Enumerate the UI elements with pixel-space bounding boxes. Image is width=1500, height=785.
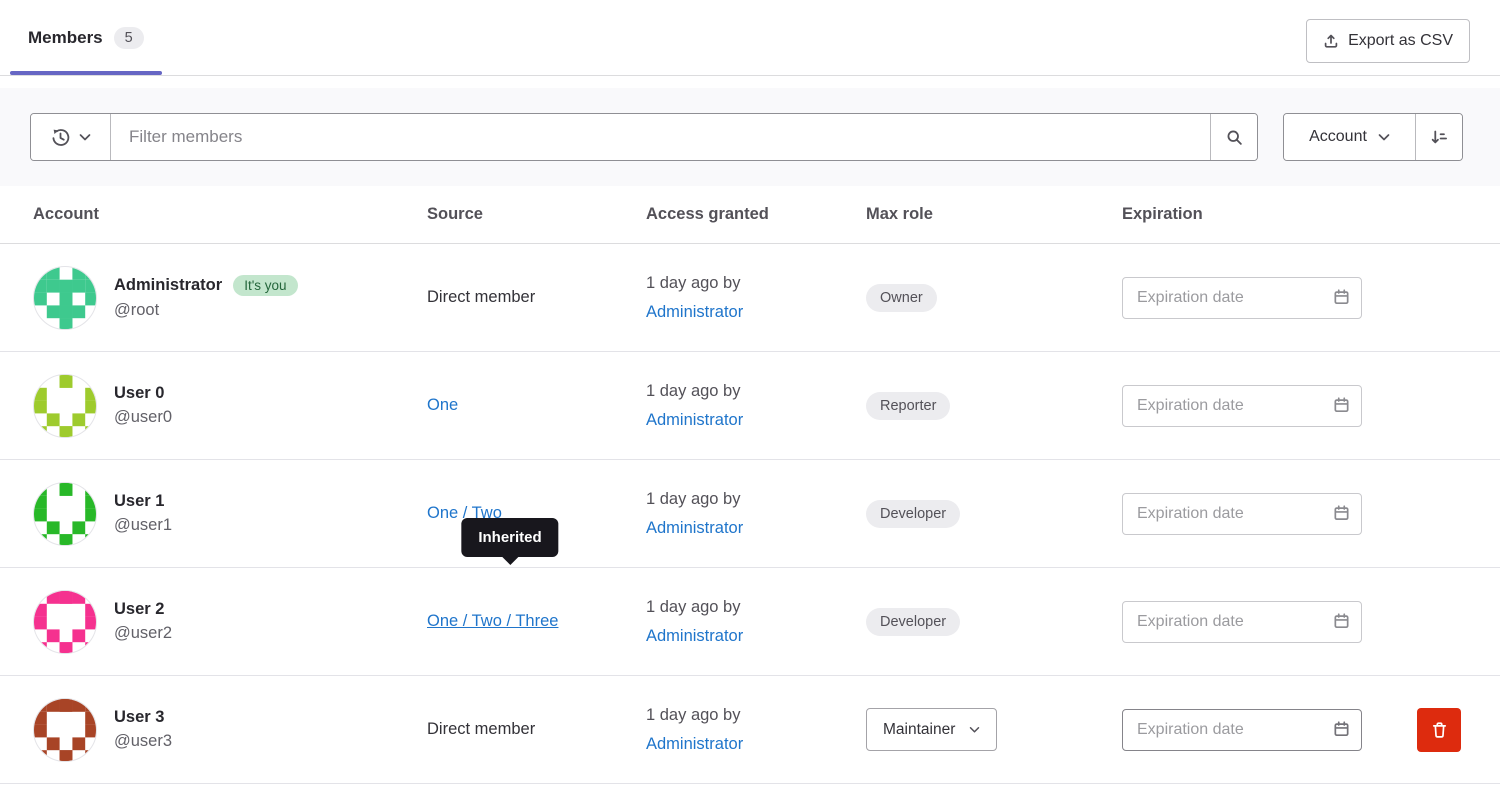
avatar[interactable]	[33, 482, 97, 546]
member-name[interactable]: User 1	[114, 492, 164, 511]
avatar[interactable]	[33, 374, 97, 438]
table-row: User 0 @user0 One 1 day ago by Administr…	[0, 352, 1500, 460]
account-cell: Administrator It's you @root	[0, 266, 427, 330]
members-count-badge: 5	[114, 27, 144, 49]
sort-by-label: Account	[1309, 128, 1367, 146]
column-header-source: Source	[427, 205, 646, 224]
table-row: User 2 @user2 Inherited One / Two / Thre…	[0, 568, 1500, 676]
access-granted-time: 1 day ago by	[646, 485, 866, 514]
source-group-link[interactable]: One	[427, 396, 458, 414]
expiration-date-input[interactable]	[1122, 385, 1362, 427]
member-username: @user3	[114, 732, 172, 751]
tab-members[interactable]: Members 5	[10, 0, 162, 75]
max-role-dropdown-label: Maintainer	[883, 721, 955, 739]
search-button[interactable]	[1210, 114, 1257, 160]
members-table-header: Account Source Access granted Max role E…	[0, 186, 1500, 244]
history-icon	[51, 128, 70, 147]
access-granted-cell: 1 day ago by Administrator	[646, 593, 866, 651]
granted-by-link[interactable]: Administrator	[646, 519, 743, 537]
expiration-date-input[interactable]	[1122, 493, 1362, 535]
member-name[interactable]: User 3	[114, 708, 164, 727]
access-granted-cell: 1 day ago by Administrator	[646, 701, 866, 759]
chevron-down-icon	[79, 133, 91, 142]
granted-by-link[interactable]: Administrator	[646, 411, 743, 429]
filter-members-group	[30, 113, 1258, 161]
filter-section: Account	[0, 88, 1500, 186]
access-granted-cell: 1 day ago by Administrator	[646, 269, 866, 327]
avatar[interactable]	[33, 698, 97, 762]
account-cell: User 2 @user2	[0, 590, 427, 654]
avatar[interactable]	[33, 266, 97, 330]
table-row: User 1 @user1 One / Two 1 day ago by Adm…	[0, 460, 1500, 568]
max-role-badge: Owner	[866, 284, 937, 312]
expiration-date-input[interactable]	[1122, 277, 1362, 319]
tab-members-label: Members	[28, 28, 103, 48]
max-role-badge: Reporter	[866, 392, 950, 420]
granted-by-link[interactable]: Administrator	[646, 303, 743, 321]
chevron-down-icon	[969, 726, 980, 734]
column-header-max-role: Max role	[866, 205, 1122, 224]
column-header-expiration: Expiration	[1122, 205, 1367, 224]
remove-member-button[interactable]	[1417, 708, 1461, 752]
source-cell: Direct member	[427, 720, 646, 739]
chevron-down-icon	[1378, 133, 1390, 142]
access-granted-cell: 1 day ago by Administrator	[646, 485, 866, 543]
max-role-badge: Developer	[866, 608, 960, 636]
export-icon	[1323, 33, 1339, 49]
member-name[interactable]: Administrator	[114, 276, 222, 295]
trash-icon	[1431, 721, 1448, 739]
access-granted-time: 1 day ago by	[646, 377, 866, 406]
access-granted-time: 1 day ago by	[646, 269, 866, 298]
member-username: @root	[114, 301, 298, 320]
account-cell: User 0 @user0	[0, 374, 427, 438]
member-name[interactable]: User 2	[114, 600, 164, 619]
access-granted-time: 1 day ago by	[646, 593, 866, 622]
account-cell: User 3 @user3	[0, 698, 427, 762]
filter-members-input[interactable]	[111, 114, 1210, 160]
granted-by-link[interactable]: Administrator	[646, 627, 743, 645]
account-cell: User 1 @user1	[0, 482, 427, 546]
export-csv-button[interactable]: Export as CSV	[1306, 19, 1470, 63]
member-name[interactable]: User 0	[114, 384, 164, 403]
expiration-date-input[interactable]	[1122, 709, 1362, 751]
sort-direction-button[interactable]	[1416, 114, 1462, 160]
column-header-account: Account	[0, 205, 427, 224]
granted-by-link[interactable]: Administrator	[646, 735, 743, 753]
member-username: @user1	[114, 516, 172, 535]
source-group-link[interactable]: One / Two / Three	[427, 612, 558, 630]
max-role-dropdown[interactable]: Maintainer	[866, 708, 997, 751]
avatar[interactable]	[33, 590, 97, 654]
table-row: Administrator It's you @root Direct memb…	[0, 244, 1500, 352]
search-icon	[1226, 129, 1243, 146]
access-granted-time: 1 day ago by	[646, 701, 866, 730]
table-row: User 3 @user3 Direct member 1 day ago by…	[0, 676, 1500, 784]
tab-bar: Members 5 Export as CSV	[0, 0, 1500, 76]
expiration-date-input[interactable]	[1122, 601, 1362, 643]
max-role-badge: Developer	[866, 500, 960, 528]
member-username: @user0	[114, 408, 172, 427]
member-username: @user2	[114, 624, 172, 643]
access-granted-cell: 1 day ago by Administrator	[646, 377, 866, 435]
column-header-access-granted: Access granted	[646, 205, 866, 224]
filter-history-dropdown[interactable]	[31, 114, 111, 160]
sort-descending-icon	[1430, 128, 1448, 146]
source-cell: Direct member	[427, 288, 646, 307]
export-csv-label: Export as CSV	[1348, 32, 1453, 50]
sort-group: Account	[1283, 113, 1463, 161]
its-you-badge: It's you	[233, 275, 297, 296]
sort-by-dropdown[interactable]: Account	[1284, 114, 1416, 160]
inherited-tooltip: Inherited	[461, 518, 558, 557]
